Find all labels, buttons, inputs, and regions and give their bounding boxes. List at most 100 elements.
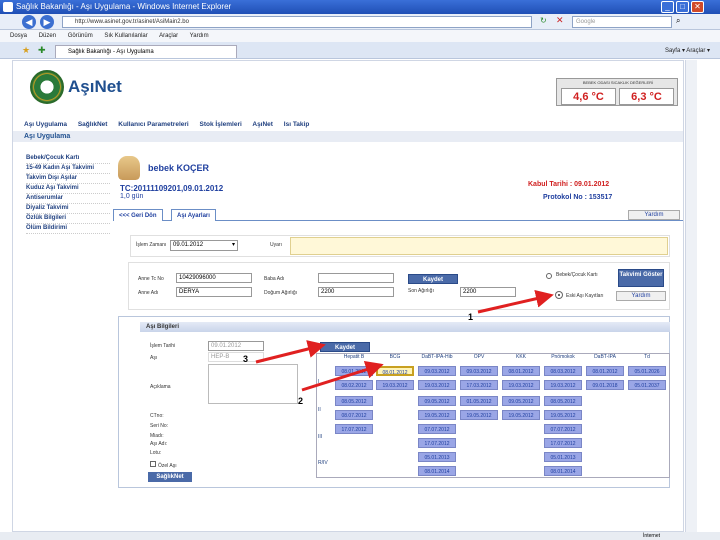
nav-kullanici-parametreleri[interactable]: Kullanıcı Parametreleri bbox=[118, 121, 188, 128]
vaccine-date-cell[interactable]: 05.01.2013 bbox=[544, 452, 582, 462]
vaccine-date-cell[interactable]: 17.07.2012 bbox=[544, 438, 582, 448]
leftmenu-item[interactable]: Ölüm Bildirimi bbox=[26, 224, 110, 234]
aciklama-label: Açıklama bbox=[150, 384, 171, 390]
vaccine-date-cell[interactable]: 19.03.2012 bbox=[376, 380, 414, 390]
vaccine-date-cell[interactable]: 07.07.2012 bbox=[544, 424, 582, 434]
vaccine-date-cell[interactable]: 17.03.2012 bbox=[460, 380, 498, 390]
dose-row-label: I bbox=[318, 379, 320, 385]
dogum-agirligi-input[interactable]: 2200 bbox=[318, 287, 394, 297]
patient-age: 1,0 gün bbox=[120, 193, 144, 200]
leftmenu-item[interactable]: Takvim Dışı Aşılar bbox=[26, 174, 110, 184]
vaccine-date-cell[interactable]: 08.01.2012 bbox=[376, 366, 414, 376]
leftmenu-item[interactable]: Kuduz Aşı Takvimi bbox=[26, 184, 110, 194]
islem-date-select[interactable]: 09.01.2012 ▾ bbox=[170, 240, 238, 251]
tab-asi-ayarlari[interactable]: Aşı Ayarları bbox=[171, 209, 216, 221]
vaccine-date-cell[interactable]: 05.01.2013 bbox=[418, 452, 456, 462]
nav-isi-takip[interactable]: Isı Takip bbox=[284, 121, 310, 128]
menu-duzen[interactable]: Düzen bbox=[39, 33, 56, 39]
vertical-scrollbar[interactable] bbox=[685, 60, 697, 532]
ctno-label: CTno: bbox=[150, 413, 164, 419]
add-favorite-icon[interactable]: ✚ bbox=[38, 45, 46, 56]
asi-islem-tarihi-input[interactable]: 09.01.2012 bbox=[208, 341, 264, 351]
vaccine-date-cell[interactable]: 09.05.2012 bbox=[418, 396, 456, 406]
takvimi-goster-button[interactable]: Takvimi Göster bbox=[618, 269, 664, 287]
vaccine-date-cell[interactable]: 09.03.2012 bbox=[418, 366, 456, 376]
vaccine-date-cell[interactable]: 08.05.2012 bbox=[544, 396, 582, 406]
leftmenu-item[interactable]: Bebek/Çocuk Kartı bbox=[26, 154, 110, 164]
toolbar-commands[interactable]: Sayfa ▾ Araçlar ▾ bbox=[665, 45, 710, 57]
forward-icon[interactable]: ▶ bbox=[40, 15, 54, 29]
vaccine-date-cell[interactable]: 09.05.2012 bbox=[502, 396, 540, 406]
vaccine-date-cell[interactable]: 19.05.2012 bbox=[502, 410, 540, 420]
menu-favorites[interactable]: Sık Kullanılanlar bbox=[104, 33, 147, 39]
refresh-icon[interactable]: ↻ bbox=[540, 16, 547, 25]
leftmenu-item[interactable]: Antiserumlar bbox=[26, 194, 110, 204]
search-icon[interactable]: ⌕ bbox=[676, 16, 680, 26]
close-button[interactable]: ✕ bbox=[691, 1, 704, 13]
minimize-button[interactable]: _ bbox=[661, 1, 674, 13]
menu-gorunum[interactable]: Görünüm bbox=[68, 33, 93, 39]
vaccine-date-cell[interactable]: 08.01.2014 bbox=[418, 466, 456, 476]
vaccine-date-cell[interactable]: 08.01.2014 bbox=[544, 466, 582, 476]
radio-bebek-karti[interactable] bbox=[546, 273, 552, 279]
anne-adi-input[interactable]: DERYA bbox=[176, 287, 252, 297]
vaccine-date-cell[interactable]: 19.05.2012 bbox=[544, 410, 582, 420]
vaccine-date-cell[interactable]: 09.03.2012 bbox=[460, 366, 498, 376]
nav-stok-islemleri[interactable]: Stok İşlemleri bbox=[200, 121, 242, 128]
back-tab[interactable]: <<< Geri Dön bbox=[113, 209, 163, 221]
stop-icon[interactable]: ✕ bbox=[556, 15, 564, 26]
vaccine-date-cell[interactable]: 19.03.2012 bbox=[502, 380, 540, 390]
kabul-tarihi: Kabul Tarihi : 09.01.2012 bbox=[528, 181, 610, 188]
vaccine-date-cell[interactable]: 17.07.2012 bbox=[335, 424, 373, 434]
sagliknet-button[interactable]: SağlıkNet bbox=[148, 472, 192, 482]
menu-dosya[interactable]: Dosya bbox=[10, 33, 27, 39]
vaccine-date-cell[interactable]: 07.07.2012 bbox=[418, 424, 456, 434]
vaccine-date-cell[interactable]: 08.05.2012 bbox=[335, 396, 373, 406]
vaccine-date-cell[interactable]: 08.01.2012 bbox=[586, 366, 624, 376]
radio-eski-asi[interactable] bbox=[556, 292, 562, 298]
vaccine-date-cell[interactable]: 19.03.2012 bbox=[544, 380, 582, 390]
vaccine-date-cell[interactable]: 19.05.2012 bbox=[418, 410, 456, 420]
vaccine-date-cell[interactable]: 05.01.2026 bbox=[628, 366, 666, 376]
asi-input[interactable]: HEP-B bbox=[208, 352, 264, 362]
vaccine-date-cell[interactable]: 08.01.2012 bbox=[335, 366, 373, 376]
leftmenu-item[interactable]: 15-49 Kadın Aşı Takvimi bbox=[26, 164, 110, 174]
help-button-2[interactable]: Yardım bbox=[616, 291, 666, 301]
leftmenu-item[interactable]: Diyaliz Takvimi bbox=[26, 204, 110, 214]
ozel-asi-checkbox[interactable]: Özel Aşı bbox=[150, 461, 177, 469]
menu-yardim[interactable]: Yardım bbox=[190, 33, 209, 39]
nav-asinet[interactable]: AşıNet bbox=[252, 121, 273, 128]
aciklama-textarea[interactable] bbox=[208, 364, 298, 404]
son-agirlik-input[interactable]: 2200 bbox=[460, 287, 516, 297]
islem-label: İşlem Zamanı bbox=[136, 242, 167, 248]
vaccine-date-cell[interactable]: 08.07.2012 bbox=[335, 410, 373, 420]
menu-araclar[interactable]: Araçlar bbox=[159, 33, 178, 39]
vaccine-date-cell[interactable]: 17.07.2012 bbox=[418, 438, 456, 448]
nav-asi-uygulama[interactable]: Aşı Uygulama bbox=[24, 121, 67, 128]
back-icon[interactable]: ◀ bbox=[22, 15, 36, 29]
vaccine-date-cell[interactable]: 09.01.2018 bbox=[586, 380, 624, 390]
search-input[interactable]: Google bbox=[572, 16, 672, 28]
temp-max: 6,3 °C bbox=[619, 88, 674, 105]
vaccine-date-cell[interactable]: 08.03.2012 bbox=[544, 366, 582, 376]
vaccine-date-cell[interactable]: 19.03.2012 bbox=[418, 380, 456, 390]
vaccine-date-cell[interactable]: 19.05.2012 bbox=[460, 410, 498, 420]
vaccine-date-cell[interactable]: 08.02.2012 bbox=[335, 380, 373, 390]
temp-min: 4,6 °C bbox=[561, 88, 616, 105]
maximize-button[interactable]: □ bbox=[676, 1, 689, 13]
browser-tab[interactable]: Sağlık Bakanlığı - Aşı Uygulama bbox=[55, 45, 237, 58]
url-input[interactable]: http://www.asinet.gov.tr/asinet/AsiMain2… bbox=[62, 16, 532, 28]
favorites-star-icon[interactable]: ★ bbox=[22, 45, 30, 56]
leftmenu-item[interactable]: Özlük Bilgileri bbox=[26, 214, 110, 224]
baba-adi-input[interactable] bbox=[318, 273, 394, 283]
vaccine-date-cell[interactable]: 08.01.2012 bbox=[502, 366, 540, 376]
window-title: Sağlık Bakanlığı - Aşı Uygulama - Window… bbox=[16, 2, 232, 11]
help-button[interactable]: Yardım bbox=[628, 210, 680, 220]
kaydet-button[interactable]: Kaydet bbox=[408, 274, 458, 284]
anne-tc-input[interactable]: 10429096000 bbox=[176, 273, 252, 283]
asi-kaydet-button[interactable]: Kaydet bbox=[320, 342, 370, 352]
vaccine-date-cell[interactable]: 05.01.2037 bbox=[628, 380, 666, 390]
nav-sagliknet[interactable]: SağlıkNet bbox=[78, 121, 108, 128]
vaccine-date-cell[interactable]: 01.05.2012 bbox=[460, 396, 498, 406]
vaccine-column-header: Hepatit B bbox=[343, 354, 365, 360]
